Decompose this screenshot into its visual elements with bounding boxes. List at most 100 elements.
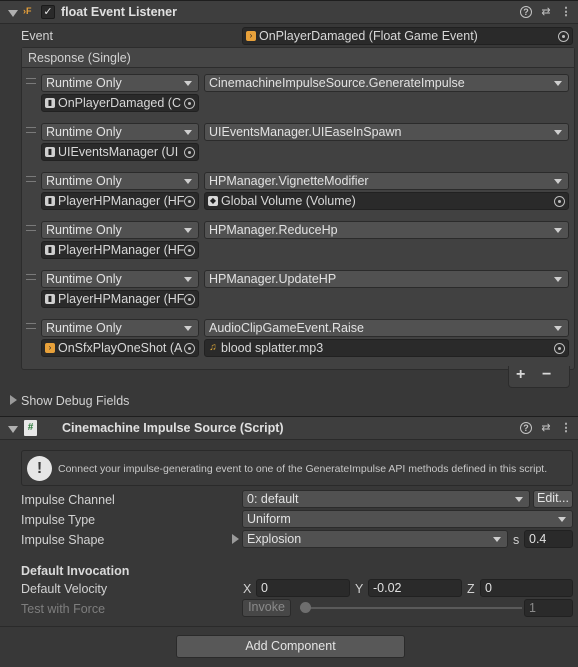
event-value: OnPlayerDamaged (Float Game Event) [259,29,478,43]
argument-object-field[interactable]: ◆ Global Volume (Volume) [204,192,569,210]
target-object-field[interactable]: ▮ PlayerHPManager (HF [41,290,199,308]
script-object-icon: ▮ [45,196,55,206]
function-value: HPManager.ReduceHp [209,223,338,237]
invoke-button[interactable]: Invoke [242,599,291,617]
mode-value: Runtime Only [46,321,122,335]
chevron-down-icon [554,81,562,86]
add-item-button[interactable]: + [516,366,525,384]
slider-thumb[interactable] [300,602,311,613]
force-slider[interactable] [300,601,522,615]
game-event-icon: › [246,31,256,41]
remove-item-button[interactable]: − [542,366,551,384]
more-menu-icon[interactable]: ⋮ [560,6,572,18]
preset-icon[interactable]: ⇄ [540,6,552,18]
target-value: OnSfxPlayOneShot (A [58,341,183,355]
argument-object-field[interactable]: ♫ blood splatter.mp3 [204,339,569,357]
help-icon[interactable]: ? [520,422,532,434]
impulse-shape-dropdown[interactable]: Explosion [242,530,508,548]
target-object-field[interactable]: ▮ PlayerHPManager (HF [41,241,199,259]
preset-icon[interactable]: ⇄ [540,422,552,434]
target-object-field[interactable]: ▮ OnPlayerDamaged (C [41,94,199,112]
drag-handle[interactable] [26,323,36,329]
object-picker-icon[interactable] [184,245,195,256]
more-menu-icon[interactable]: ⋮ [560,422,572,434]
object-picker-icon[interactable] [184,98,195,109]
object-picker-icon[interactable] [184,294,195,305]
runtime-mode-dropdown[interactable]: Runtime Only [41,123,199,141]
script-object-icon: ▮ [45,294,55,304]
target-value: OnPlayerDamaged (C [58,96,181,110]
drag-handle[interactable] [26,127,36,133]
fold-arrow-icon[interactable] [8,426,18,433]
runtime-mode-dropdown[interactable]: Runtime Only [41,270,199,288]
edit-channel-button[interactable]: Edit... [533,490,573,508]
velocity-x-field[interactable]: 0 [256,579,350,597]
target-object-field[interactable]: ▮ PlayerHPManager (HF [41,192,199,210]
force-field[interactable]: 1 [524,599,573,617]
impulse-type-dropdown[interactable]: Uniform [242,510,573,528]
help-icon[interactable]: ? [520,6,532,18]
chevron-down-icon [184,81,192,86]
shape-preview-toggle-icon[interactable] [232,534,239,544]
enabled-checkbox[interactable]: ✓ [41,5,55,19]
info-text: Connect your impulse-generating event to… [58,463,548,475]
target-value: PlayerHPManager (HF [58,194,185,208]
chevron-down-icon [554,326,562,331]
runtime-mode-dropdown[interactable]: Runtime Only [41,319,199,337]
script-object-icon: ▮ [45,245,55,255]
chevron-down-icon [515,497,523,502]
object-picker-icon[interactable] [184,343,195,354]
impulse-shape-label: Impulse Shape [21,533,105,547]
drag-handle[interactable] [26,274,36,280]
target-value: PlayerHPManager (HF [58,292,185,306]
object-picker-icon[interactable] [554,196,565,207]
add-component-button[interactable]: Add Component [176,635,405,658]
impulse-header[interactable]: # Cinemachine Impulse Source (Script) ? … [0,416,578,440]
runtime-mode-dropdown[interactable]: Runtime Only [41,172,199,190]
target-value: PlayerHPManager (HF [58,243,185,257]
target-object-field[interactable]: › OnSfxPlayOneShot (A [41,339,199,357]
listener-header[interactable]: ›F ✓ float Event Listener ? ⇄ ⋮ [0,0,578,24]
object-picker-icon[interactable] [558,31,569,42]
function-dropdown[interactable]: HPManager.ReduceHp [204,221,569,239]
mode-value: Runtime Only [46,76,122,90]
chevron-down-icon [184,277,192,282]
cube-icon: ◆ [208,196,218,206]
chevron-down-icon [184,228,192,233]
target-value: UIEventsManager (UI [58,145,179,159]
fold-arrow-icon[interactable] [8,10,18,17]
runtime-mode-dropdown[interactable]: Runtime Only [41,74,199,92]
type-value: Uniform [247,512,291,526]
velocity-y-field[interactable]: -0.02 [368,579,462,597]
slider-track [300,607,522,609]
z-label[interactable]: Z [467,582,475,596]
drag-handle[interactable] [26,176,36,182]
impulse-channel-dropdown[interactable]: 0: default [242,490,530,508]
velocity-z-field[interactable]: 0 [480,579,573,597]
function-dropdown[interactable]: HPManager.VignetteModifier [204,172,569,190]
y-label[interactable]: Y [355,582,363,596]
object-picker-icon[interactable] [184,196,195,207]
duration-label: s [513,533,520,547]
function-dropdown[interactable]: CinemachineImpulseSource.GenerateImpulse [204,74,569,92]
show-debug-fields-toggle[interactable]: Show Debug Fields [21,394,129,408]
target-object-field[interactable]: ▮ UIEventsManager (UI [41,143,199,161]
drag-handle[interactable] [26,78,36,84]
function-value: CinemachineImpulseSource.GenerateImpulse [209,76,465,90]
function-dropdown[interactable]: AudioClipGameEvent.Raise [204,319,569,337]
runtime-mode-dropdown[interactable]: Runtime Only [41,221,199,239]
drag-handle[interactable] [26,225,36,231]
chevron-down-icon [184,326,192,331]
event-field[interactable]: › OnPlayerDamaged (Float Game Event) [242,27,573,45]
object-picker-icon[interactable] [554,343,565,354]
inspector-divider [0,626,578,627]
object-picker-icon[interactable] [184,147,195,158]
x-label[interactable]: X [243,582,251,596]
function-dropdown[interactable]: HPManager.UpdateHP [204,270,569,288]
argument-value: blood splatter.mp3 [221,341,324,355]
default-invocation-header: Default Invocation [21,564,130,578]
fold-right-icon[interactable] [10,395,17,405]
duration-field[interactable]: 0.4 [524,530,573,548]
function-dropdown[interactable]: UIEventsManager.UIEaseInSpawn [204,123,569,141]
chevron-down-icon [554,228,562,233]
